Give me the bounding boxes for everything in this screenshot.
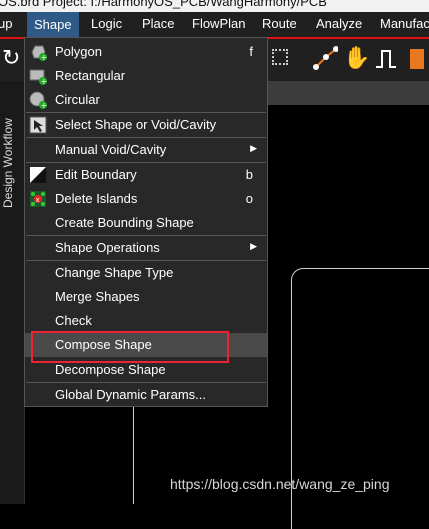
circle-icon: + [29, 91, 47, 109]
canvas-line [133, 390, 134, 504]
annotation-highlight-box [31, 331, 229, 363]
menu-item-shape-operations[interactable]: Shape Operations ▶ [25, 236, 267, 260]
menu-item-label: Polygon [55, 44, 102, 59]
menu-item-label: Change Shape Type [55, 265, 174, 280]
menu-item-label: Check [55, 313, 92, 328]
menu-item-check[interactable]: Check [25, 309, 267, 333]
menu-item-label: Edit Boundary [55, 167, 137, 182]
svg-text:+: + [41, 77, 48, 85]
select-shape-icon [29, 116, 47, 134]
menu-item-shortcut: f [249, 44, 253, 59]
menu-item-edit-boundary[interactable]: Edit Boundary b [25, 163, 267, 187]
menu-item-label: Select Shape or Void/Cavity [55, 117, 217, 132]
menu-item-label: Rectangular [55, 68, 126, 83]
rectangle-icon: + [29, 69, 48, 85]
menu-item-manual-void[interactable]: Manual Void/Cavity ▶ [25, 138, 267, 162]
menu-analyze[interactable]: Analyze [316, 16, 362, 31]
menu-item-label: Circular [55, 92, 100, 107]
watermark: https://blog.csdn.net/wang_ze_ping [170, 476, 390, 492]
menu-setup[interactable]: up [0, 16, 12, 31]
menu-item-polygon[interactable]: + Polygon f [25, 40, 267, 64]
menu-item-circular[interactable]: + Circular [25, 88, 267, 112]
menu-item-rectangular[interactable]: + Rectangular [25, 64, 267, 88]
canvas-tab-strip [268, 81, 429, 105]
menu-place[interactable]: Place [142, 16, 175, 31]
menu-bar: up Shape Logic Place FlowPlan Route Anal… [0, 12, 429, 37]
menu-item-delete-islands[interactable]: x Delete Islands o [25, 187, 267, 211]
menu-item-select-shape[interactable]: Select Shape or Void/Cavity [25, 113, 267, 137]
menu-item-label: Delete Islands [55, 191, 138, 206]
menu-item-label: Create Bounding Shape [55, 215, 194, 230]
menu-manufacture[interactable]: Manufac [380, 16, 429, 31]
submenu-arrow-icon: ▶ [250, 241, 257, 251]
component-icon[interactable] [272, 49, 288, 65]
left-panel: Design Workflow [0, 81, 25, 504]
edit-boundary-icon [30, 167, 46, 183]
polygon-icon: + [31, 45, 48, 61]
delete-islands-icon: x [30, 191, 46, 207]
menu-item-shortcut: b [245, 167, 253, 182]
menu-route[interactable]: Route [262, 16, 297, 31]
menu-item-create-bounding-shape[interactable]: Create Bounding Shape [25, 211, 267, 235]
toolbar-overflow-icon[interactable] [410, 49, 424, 69]
menu-item-label: Merge Shapes [55, 289, 140, 304]
title-text: OS.brd Project: I:/HarmonyOS_PCB/WangHar… [0, 0, 327, 9]
menu-flowplan[interactable]: FlowPlan [192, 16, 245, 31]
menu-item-shortcut: o [245, 191, 253, 206]
menu-item-label: Shape Operations [55, 240, 160, 255]
hand-icon[interactable]: ✋ [343, 45, 370, 71]
menu-item-change-shape-type[interactable]: Change Shape Type [25, 261, 267, 285]
submenu-arrow-icon: ▶ [250, 143, 257, 153]
refresh-icon[interactable]: ↻ [2, 45, 20, 71]
svg-text:+: + [41, 53, 48, 61]
menu-item-global-dynamic-params[interactable]: Global Dynamic Params... [25, 383, 267, 407]
svg-text:+: + [41, 101, 48, 109]
menu-logic[interactable]: Logic [91, 16, 122, 31]
title-bar: OS.brd Project: I:/HarmonyOS_PCB/WangHar… [0, 0, 429, 12]
design-workflow-tab[interactable]: Design Workflow [1, 88, 15, 208]
svg-text:x: x [36, 196, 40, 204]
signal-step-icon[interactable] [374, 47, 398, 71]
menu-item-label: Global Dynamic Params... [55, 387, 206, 402]
route-segment-icon[interactable] [312, 45, 338, 71]
menu-item-label: Decompose Shape [55, 362, 166, 377]
menu-item-merge-shapes[interactable]: Merge Shapes [25, 285, 267, 309]
menu-shape[interactable]: Shape [27, 12, 79, 37]
menu-item-label: Manual Void/Cavity [55, 142, 167, 157]
